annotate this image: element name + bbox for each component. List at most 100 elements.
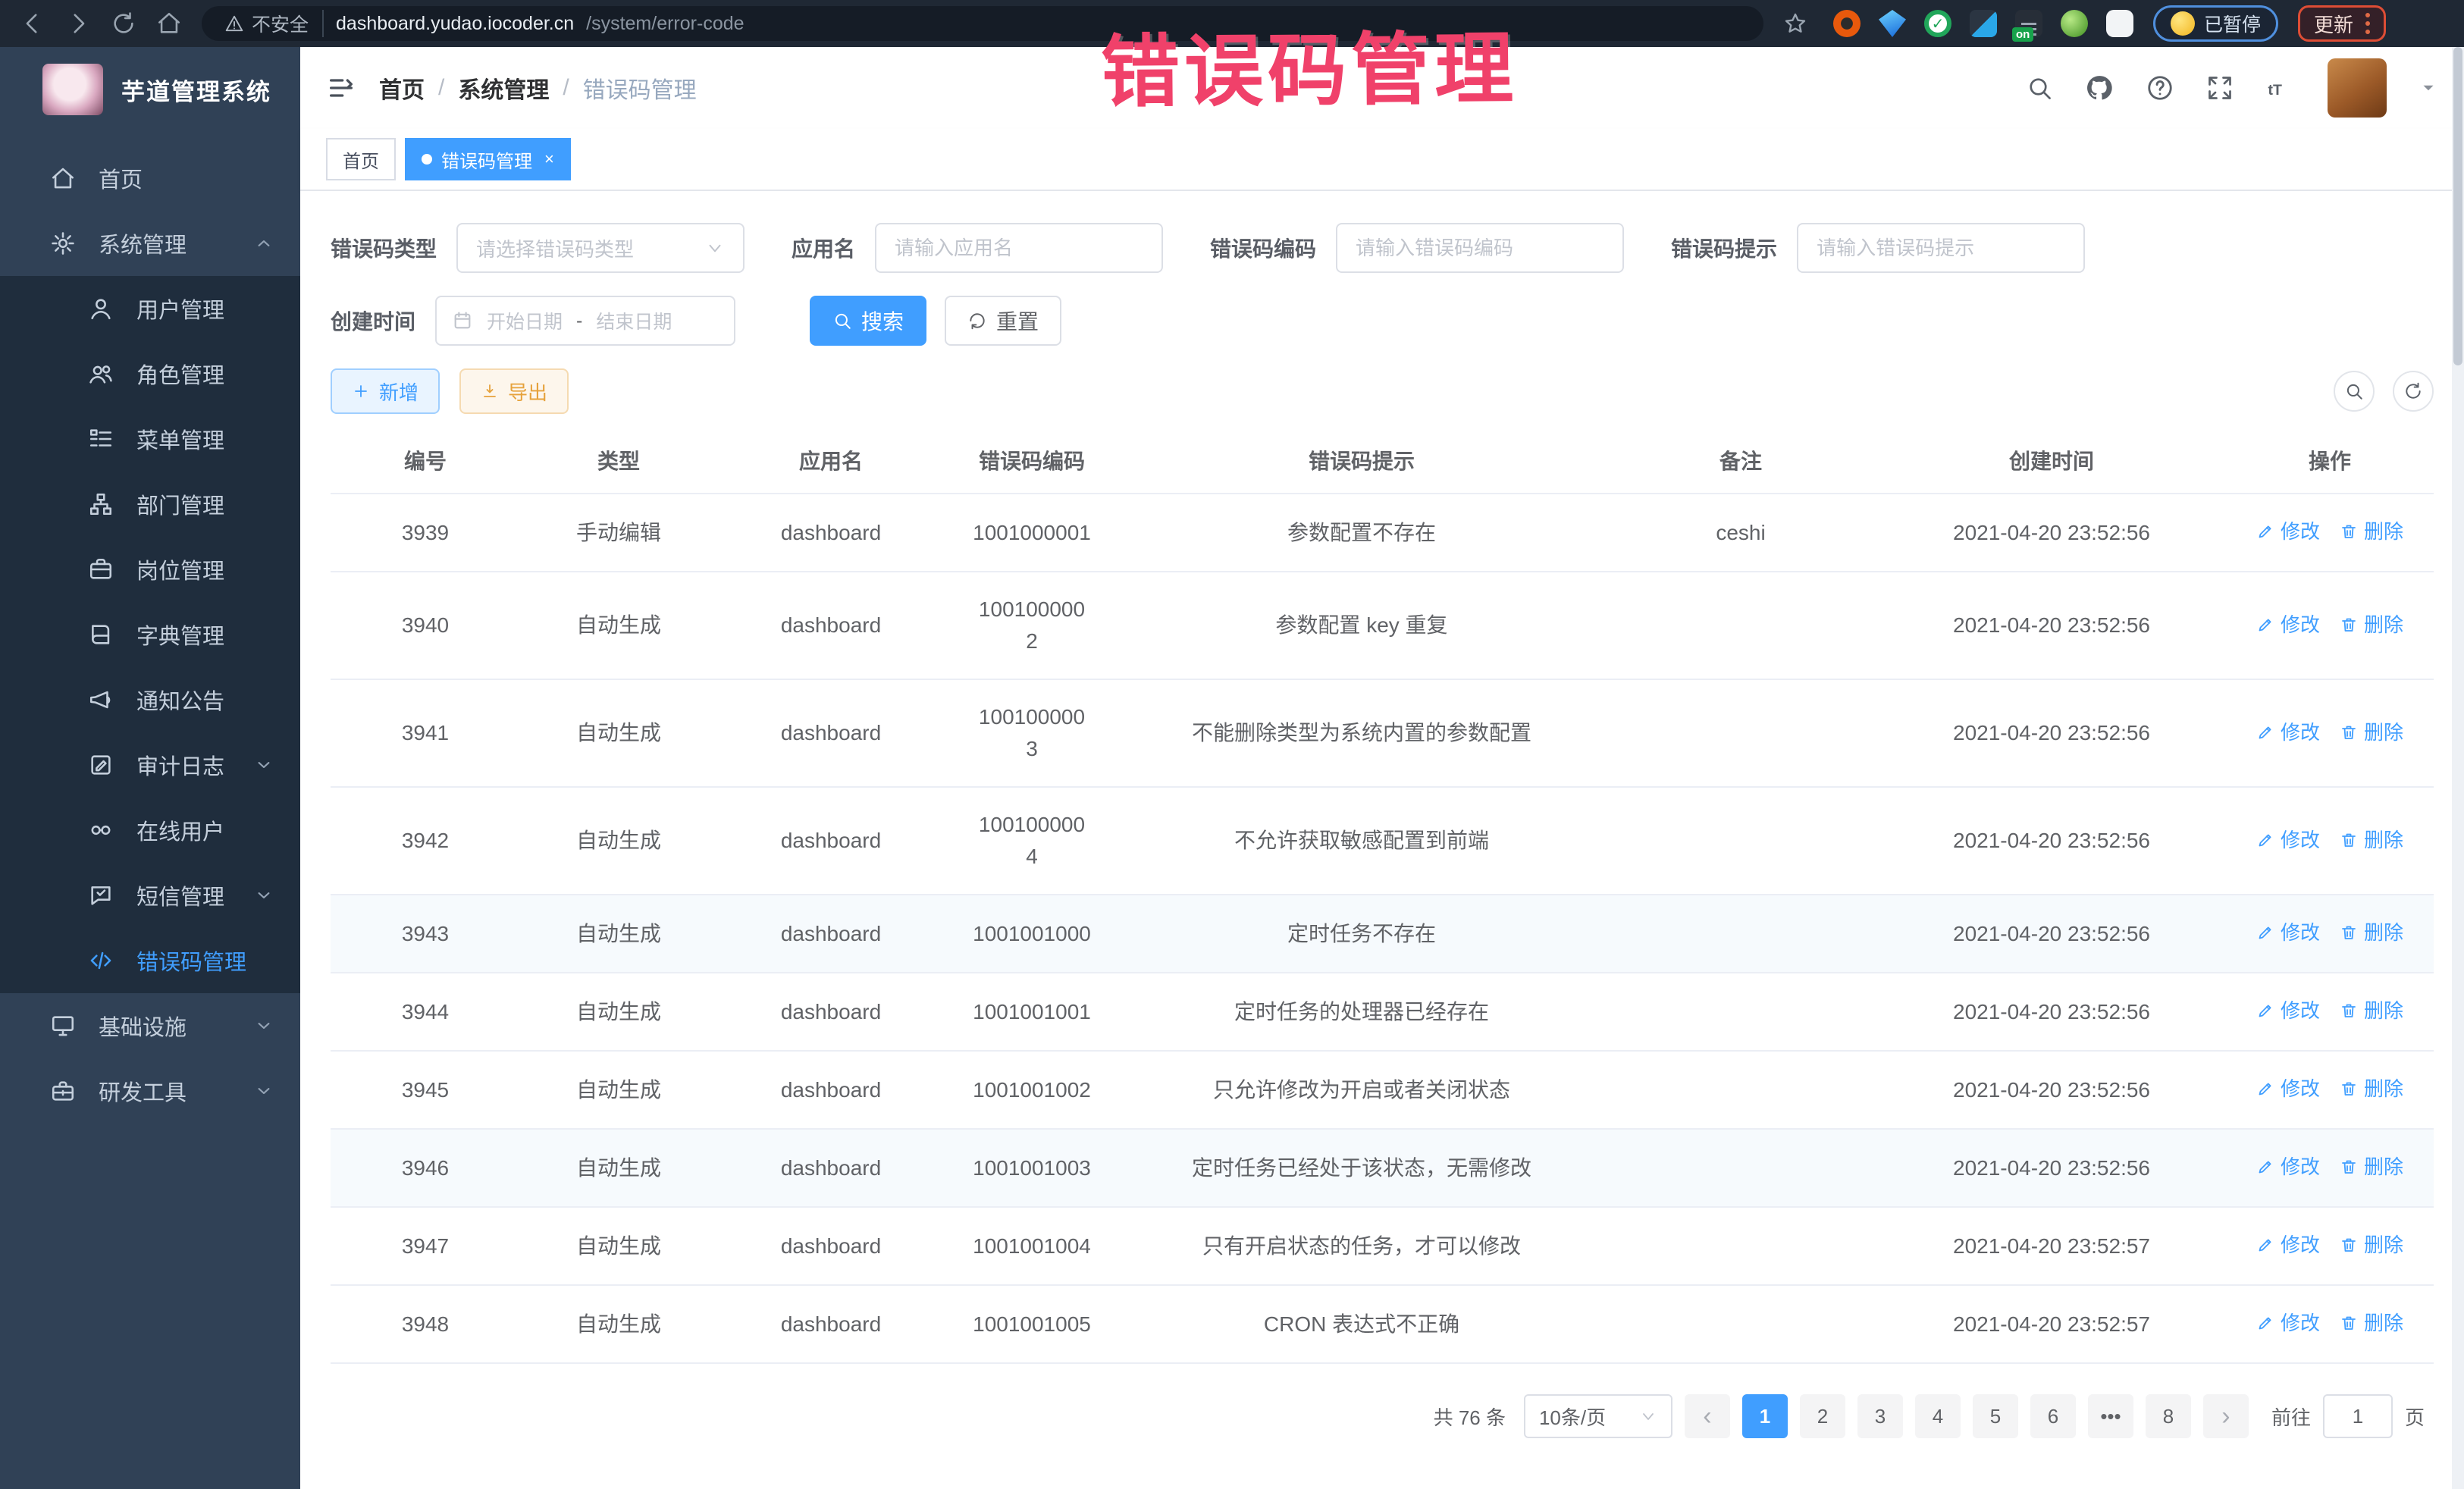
delete-link[interactable]: 删除 <box>2340 917 2403 948</box>
error-code-input[interactable] <box>1356 237 1604 260</box>
table-row[interactable]: 3942自动生成dashboard1001000004不允许获取敏感配置到前端2… <box>331 788 2434 895</box>
table-row[interactable]: 3947自动生成dashboard1001001004只有开启状态的任务，才可以… <box>331 1208 2434 1286</box>
tab-close-icon[interactable]: × <box>544 149 554 169</box>
github-icon[interactable] <box>2085 74 2114 102</box>
edit-link[interactable]: 修改 <box>2256 1229 2320 1261</box>
delete-link[interactable]: 删除 <box>2340 1307 2403 1339</box>
sidebar-item-字典管理[interactable]: 字典管理 <box>0 602 300 667</box>
error-msg-input[interactable] <box>1817 237 2065 260</box>
edit-link[interactable]: 修改 <box>2256 995 2320 1027</box>
sidebar-item-错误码管理[interactable]: 错误码管理 <box>0 928 300 993</box>
search-button[interactable]: 搜索 <box>810 296 926 346</box>
delete-link[interactable]: 删除 <box>2340 995 2403 1027</box>
sidebar-item-短信管理[interactable]: 短信管理 <box>0 863 300 928</box>
create-time-range-picker[interactable]: 开始日期 - 结束日期 <box>435 296 735 346</box>
sidebar-item-用户管理[interactable]: 用户管理 <box>0 276 300 341</box>
forward-icon[interactable] <box>65 11 91 36</box>
extension-icon-orange[interactable] <box>1833 10 1861 37</box>
sidebar-item-在线用户[interactable]: 在线用户 <box>0 798 300 863</box>
extension-icon-green-check[interactable]: ✓ <box>1924 10 1951 37</box>
page-scrollbar[interactable] <box>2452 47 2464 1489</box>
delete-link[interactable]: 删除 <box>2340 516 2403 547</box>
extension-icon-list[interactable]: on <box>2015 10 2042 37</box>
sidebar-item-菜单管理[interactable]: 菜单管理 <box>0 406 300 472</box>
add-button[interactable]: 新增 <box>331 368 440 414</box>
edit-link[interactable]: 修改 <box>2256 716 2320 748</box>
extension-icon-gem[interactable] <box>1879 10 1906 37</box>
edit-link[interactable]: 修改 <box>2256 609 2320 641</box>
edit-link[interactable]: 修改 <box>2256 1307 2320 1339</box>
more-pages-button[interactable]: ••• <box>2088 1394 2133 1438</box>
page-button-1[interactable]: 1 <box>1742 1394 1788 1438</box>
edit-link[interactable]: 修改 <box>2256 824 2320 856</box>
reset-button[interactable]: 重置 <box>945 296 1061 346</box>
edit-link[interactable]: 修改 <box>2256 917 2320 948</box>
browser-menu-icon[interactable] <box>2365 13 2370 34</box>
export-button[interactable]: 导出 <box>459 368 569 414</box>
page-button-4[interactable]: 4 <box>1915 1394 1961 1438</box>
fullscreen-icon[interactable] <box>2206 74 2234 102</box>
tab-home[interactable]: 首页 <box>326 138 396 180</box>
refresh-table-button[interactable] <box>2393 371 2434 412</box>
delete-link[interactable]: 删除 <box>2340 824 2403 856</box>
address-bar[interactable]: 不安全 dashboard.yudao.iocoder.cn/system/er… <box>202 6 1763 41</box>
browser-update-button[interactable]: 更新 <box>2298 5 2386 42</box>
delete-link[interactable]: 删除 <box>2340 716 2403 748</box>
sidebar-item-通知公告[interactable]: 通知公告 <box>0 667 300 732</box>
extension-icon-puzzle[interactable] <box>2106 10 2133 37</box>
table-row[interactable]: 3946自动生成dashboard1001001003定时任务已经处于该状态，无… <box>331 1130 2434 1208</box>
table-row[interactable]: 3941自动生成dashboard1001000003不能删除类型为系统内置的参… <box>331 680 2434 788</box>
chevron-down-icon[interactable] <box>2419 78 2438 98</box>
app-name-input[interactable] <box>895 237 1143 260</box>
edit-link[interactable]: 修改 <box>2256 1073 2320 1105</box>
delete-link[interactable]: 删除 <box>2340 1151 2403 1183</box>
hamburger-icon[interactable] <box>326 73 356 103</box>
paused-extension-pill[interactable]: 已暂停 <box>2153 5 2278 42</box>
edit-link[interactable]: 修改 <box>2256 516 2320 547</box>
next-page-button[interactable]: › <box>2203 1394 2249 1438</box>
sidebar-item-审计日志[interactable]: 审计日志 <box>0 732 300 798</box>
delete-link[interactable]: 删除 <box>2340 1229 2403 1261</box>
edit-link[interactable]: 修改 <box>2256 1151 2320 1183</box>
extension-icon-grid[interactable] <box>1970 10 1997 37</box>
prev-page-button[interactable]: ‹ <box>1685 1394 1730 1438</box>
page-size-select[interactable]: 10条/页 <box>1524 1394 1672 1438</box>
help-icon[interactable] <box>2146 74 2174 102</box>
page-button-2[interactable]: 2 <box>1800 1394 1845 1438</box>
sidebar-item-部门管理[interactable]: 部门管理 <box>0 472 300 537</box>
sidebar-item-首页[interactable]: 首页 <box>0 146 300 211</box>
show-search-toggle-button[interactable] <box>2334 371 2375 412</box>
tab-error-code[interactable]: 错误码管理 × <box>405 138 571 180</box>
sidebar-item-角色管理[interactable]: 角色管理 <box>0 341 300 406</box>
table-row[interactable]: 3940自动生成dashboard1001000002参数配置 key 重复20… <box>331 572 2434 680</box>
breadcrumb-system[interactable]: 系统管理 <box>458 71 549 105</box>
home-nav-icon[interactable] <box>156 11 182 36</box>
font-size-icon[interactable]: tT <box>2265 74 2296 102</box>
table-row[interactable]: 3943自动生成dashboard1001001000定时任务不存在2021-0… <box>331 895 2434 973</box>
breadcrumb-home[interactable]: 首页 <box>379 71 425 105</box>
header-search-icon[interactable] <box>2026 74 2053 102</box>
goto-page-input[interactable] <box>2323 1394 2393 1438</box>
error-type-select[interactable]: 请选择错误码类型 <box>456 223 745 273</box>
scrollbar-thumb[interactable] <box>2453 47 2462 365</box>
security-status[interactable]: 不安全 <box>224 10 324 37</box>
delete-link[interactable]: 删除 <box>2340 609 2403 641</box>
app-logo-row[interactable]: 芋道管理系统 <box>0 47 300 132</box>
table-row[interactable]: 3945自动生成dashboard1001001002只允许修改为开启或者关闭状… <box>331 1052 2434 1130</box>
table-row[interactable]: 3939手动编辑dashboard1001000001参数配置不存在ceshi2… <box>331 494 2434 572</box>
page-button-8[interactable]: 8 <box>2146 1394 2191 1438</box>
page-button-5[interactable]: 5 <box>1973 1394 2018 1438</box>
extension-icon-leaf[interactable] <box>2061 10 2088 37</box>
reload-icon[interactable] <box>111 11 136 36</box>
sidebar-item-岗位管理[interactable]: 岗位管理 <box>0 537 300 602</box>
page-button-6[interactable]: 6 <box>2030 1394 2076 1438</box>
bookmark-star-icon[interactable] <box>1783 11 1807 36</box>
sidebar-item-系统管理[interactable]: 系统管理 <box>0 211 300 276</box>
delete-link[interactable]: 删除 <box>2340 1073 2403 1105</box>
sidebar-item-研发工具[interactable]: 研发工具 <box>0 1058 300 1124</box>
table-row[interactable]: 3948自动生成dashboard1001001005CRON 表达式不正确20… <box>331 1286 2434 1364</box>
table-row[interactable]: 3944自动生成dashboard1001001001定时任务的处理器已经存在2… <box>331 973 2434 1052</box>
page-button-3[interactable]: 3 <box>1857 1394 1903 1438</box>
avatar[interactable] <box>2328 58 2387 118</box>
back-icon[interactable] <box>20 11 45 36</box>
